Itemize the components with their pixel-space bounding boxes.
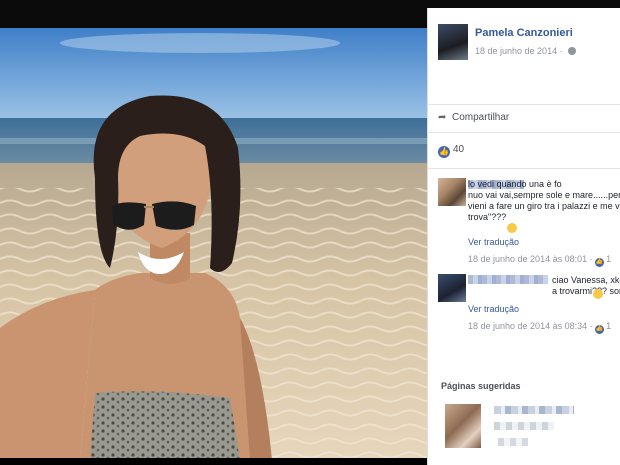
suggested-pages-title: Páginas sugeridas [441, 381, 521, 391]
comment-time[interactable]: 18 de junho de 2014 às 08:34 · [468, 321, 595, 331]
share-arrow-icon: ➦ [438, 112, 447, 123]
divider [428, 168, 620, 169]
comment-like-count: 1 [606, 254, 612, 264]
suggested-page-meta-blurred [498, 438, 528, 446]
suggested-page-category-blurred [494, 422, 554, 430]
author-avatar[interactable] [438, 24, 468, 60]
share-label: Compartilhar [452, 112, 510, 123]
beach-selfie-image [0, 28, 427, 460]
comment-text: lo vedi quando una è fo nuo vai vai,semp… [468, 179, 620, 222]
see-translation-link[interactable]: Ver tradução [468, 304, 519, 314]
comment-time[interactable]: 18 de junho de 2014 às 08:01 · [468, 254, 595, 264]
likes-count-text: 40 [453, 144, 465, 155]
commenter-avatar[interactable] [438, 274, 466, 302]
thumbs-up-icon: 👍 [438, 146, 450, 158]
share-button[interactable]: ➦ Compartilhar [438, 112, 509, 123]
post-date[interactable]: 18 de junho de 2014 · [475, 46, 577, 56]
globe-icon [568, 47, 577, 55]
comment-meta: 18 de junho de 2014 às 08:01 · 👍 1 [468, 254, 611, 267]
divider [428, 132, 620, 133]
comment-meta: 18 de junho de 2014 às 08:34 · 👍 1 [468, 321, 611, 334]
bottom-bar [0, 458, 427, 465]
author-name-link[interactable]: Pamela Canzonieri [475, 27, 573, 39]
likes-count[interactable]: 👍 40 [438, 144, 464, 158]
smile-emoji-icon [507, 223, 517, 233]
kiss-emoji-icon [593, 289, 603, 299]
post-date-text: 18 de junho de 2014 · [475, 46, 566, 56]
thumbs-up-icon: 👍 [595, 325, 605, 334]
suggested-page-name-blurred[interactable] [494, 406, 574, 414]
thumbs-up-icon: 👍 [595, 258, 605, 267]
divider [428, 104, 620, 105]
comment-like-count: 1 [606, 321, 612, 331]
commenter-avatar[interactable] [438, 178, 466, 206]
post-side-panel: Pamela Canzonieri 18 de junho de 2014 · … [427, 8, 620, 465]
suggested-page-thumbnail[interactable] [445, 404, 481, 448]
post-photo[interactable] [0, 28, 427, 460]
see-translation-link[interactable]: Ver tradução [468, 237, 519, 247]
suggested-pages: Páginas sugeridas [428, 360, 620, 465]
